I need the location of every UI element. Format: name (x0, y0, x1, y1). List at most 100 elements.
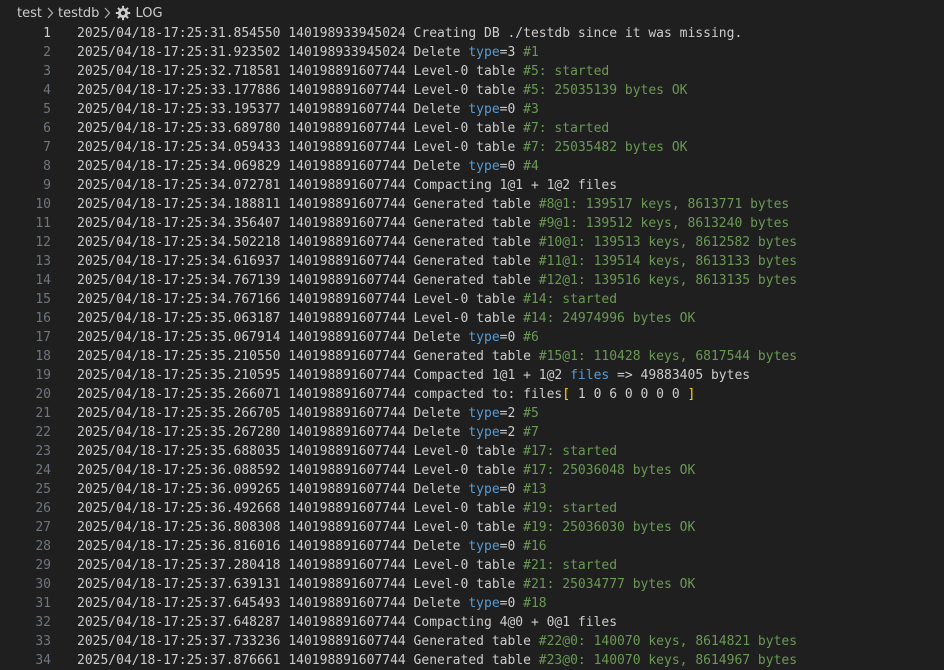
breadcrumb: test testdb LOG (0, 0, 944, 26)
code-line[interactable]: 11 2025/04/18-17:25:34.356407 14019889160… (0, 214, 944, 233)
line-number: 31 (35, 596, 51, 611)
code-line[interactable]: 10 2025/04/18-17:25:34.188811 14019889160… (0, 195, 944, 214)
token: 2025/04/18-17:25:34.616937 1401988916077… (77, 254, 539, 269)
code-line[interactable]: 1 2025/04/18-17:25:31.854550 140198933945… (0, 24, 944, 43)
token: 2025/04/18-17:25:36.099265 1401988916077… (77, 482, 469, 497)
token: type (468, 406, 500, 421)
breadcrumb-item-log[interactable]: LOG (115, 5, 163, 21)
code-line[interactable]: 15 2025/04/18-17:25:34.767166 14019889160… (0, 290, 944, 309)
token: type (468, 596, 500, 611)
line-content: 2025/04/18-17:25:37.876661 1401988916077… (77, 651, 797, 670)
line-number: 9 (43, 178, 51, 193)
token: #16 (523, 539, 547, 554)
token: =0 (499, 596, 524, 611)
token: 2025/04/18-17:25:34.767166 1401988916077… (77, 292, 524, 307)
code-line[interactable]: 13 2025/04/18-17:25:34.616937 14019889160… (0, 252, 944, 271)
code-line[interactable]: 3 2025/04/18-17:25:32.718581 140198891607… (0, 62, 944, 81)
code-line[interactable]: 7 2025/04/18-17:25:34.059433 140198891607… (0, 138, 944, 157)
token: 2025/04/18-17:25:34.767139 1401988916077… (77, 273, 539, 288)
code-line[interactable]: 32 2025/04/18-17:25:37.648287 14019889160… (0, 613, 944, 632)
token: 2025/04/18-17:25:34.502218 1401988916077… (77, 235, 539, 250)
chevron-right-icon (103, 7, 111, 19)
line-content: 2025/04/18-17:25:35.688035 1401988916077… (77, 442, 617, 461)
token: =0 (499, 539, 524, 554)
code-line[interactable]: 8 2025/04/18-17:25:34.069829 140198891607… (0, 157, 944, 176)
code-line[interactable]: 34 2025/04/18-17:25:37.876661 14019889160… (0, 651, 944, 670)
token: 2025/04/18-17:25:35.266705 1401988916077… (77, 406, 469, 421)
code-line[interactable]: 31 2025/04/18-17:25:37.645493 14019889160… (0, 594, 944, 613)
token: =0 (499, 159, 524, 174)
code-line[interactable]: 16 2025/04/18-17:25:35.063187 14019889160… (0, 309, 944, 328)
line-number: 17 (35, 330, 51, 345)
code-line[interactable]: 18 2025/04/18-17:25:35.210550 14019889160… (0, 347, 944, 366)
breadcrumb-item-label: LOG (135, 5, 163, 21)
editor-window: test testdb LOG 1 2025/04/18-17:25:31.85… (0, 0, 944, 670)
token: 2025/04/18-17:25:37.645493 1401988916077… (77, 596, 469, 611)
code-line[interactable]: 26 2025/04/18-17:25:36.492668 14019889160… (0, 499, 944, 518)
line-content: 2025/04/18-17:25:35.210595 1401988916077… (77, 366, 750, 385)
code-line[interactable]: 22 2025/04/18-17:25:35.267280 14019889160… (0, 423, 944, 442)
line-content: 2025/04/18-17:25:37.645493 1401988916077… (77, 594, 547, 613)
line-number: 7 (43, 140, 51, 155)
token: #19: started (523, 501, 618, 516)
code-line[interactable]: 24 2025/04/18-17:25:36.088592 14019889160… (0, 461, 944, 480)
token: #19: 25036030 bytes OK (523, 520, 696, 535)
token: #18 (523, 596, 547, 611)
token: 2025/04/18-17:25:34.059433 1401988916077… (77, 140, 524, 155)
token: 2025/04/18-17:25:37.733236 1401988916077… (77, 634, 539, 649)
code-line[interactable]: 25 2025/04/18-17:25:36.099265 14019889160… (0, 480, 944, 499)
line-number: 27 (35, 520, 51, 535)
code-line[interactable]: 29 2025/04/18-17:25:37.280418 14019889160… (0, 556, 944, 575)
token: type (468, 45, 500, 60)
code-line[interactable]: 23 2025/04/18-17:25:35.688035 14019889160… (0, 442, 944, 461)
token: #15@1: 110428 keys, 6817544 bytes (538, 349, 798, 364)
code-line[interactable]: 12 2025/04/18-17:25:34.502218 14019889160… (0, 233, 944, 252)
token: #8@1: 139517 keys, 8613771 bytes (538, 197, 790, 212)
token: 2025/04/18-17:25:33.177886 1401988916077… (77, 83, 524, 98)
token: #6 (523, 330, 539, 345)
line-content: 2025/04/18-17:25:34.188811 1401988916077… (77, 195, 789, 214)
token: 1 0 6 0 0 0 0 (570, 387, 688, 402)
code-line[interactable]: 27 2025/04/18-17:25:36.808308 14019889160… (0, 518, 944, 537)
code-line[interactable]: 20 2025/04/18-17:25:35.266071 14019889160… (0, 385, 944, 404)
token: 2025/04/18-17:25:35.267280 1401988916077… (77, 425, 469, 440)
token: type (468, 482, 500, 497)
token: #17: 25036048 bytes OK (523, 463, 696, 478)
code-line[interactable]: 17 2025/04/18-17:25:35.067914 14019889160… (0, 328, 944, 347)
line-number: 22 (35, 425, 51, 440)
code-line[interactable]: 28 2025/04/18-17:25:36.816016 14019889160… (0, 537, 944, 556)
code-line[interactable]: 30 2025/04/18-17:25:37.639131 14019889160… (0, 575, 944, 594)
token: 2025/04/18-17:25:35.210595 1401988916077… (77, 368, 571, 383)
token: #5 (523, 406, 539, 421)
line-number: 4 (43, 83, 51, 98)
line-content: 2025/04/18-17:25:36.099265 1401988916077… (77, 480, 547, 499)
token: 2025/04/18-17:25:35.266071 1401988916077… (77, 387, 563, 402)
line-content: 2025/04/18-17:25:33.177886 1401988916077… (77, 81, 688, 100)
code-line[interactable]: 2 2025/04/18-17:25:31.923502 140198933945… (0, 43, 944, 62)
code-line[interactable]: 5 2025/04/18-17:25:33.195377 140198891607… (0, 100, 944, 119)
code-line[interactable]: 33 2025/04/18-17:25:37.733236 14019889160… (0, 632, 944, 651)
token: =0 (499, 482, 524, 497)
code-line[interactable]: 6 2025/04/18-17:25:33.689780 140198891607… (0, 119, 944, 138)
token: 2025/04/18-17:25:32.718581 1401988916077… (77, 64, 524, 79)
breadcrumb-item-test[interactable]: test (17, 6, 42, 21)
code-line[interactable]: 19 2025/04/18-17:25:35.210595 14019889160… (0, 366, 944, 385)
code-line[interactable]: 21 2025/04/18-17:25:35.266705 14019889160… (0, 404, 944, 423)
code-line[interactable]: 4 2025/04/18-17:25:33.177886 140198891607… (0, 81, 944, 100)
breadcrumb-item-testdb[interactable]: testdb (58, 6, 99, 21)
token: => 49883405 bytes (609, 368, 751, 383)
line-number: 14 (35, 273, 51, 288)
token: type (468, 159, 500, 174)
code-line[interactable]: 14 2025/04/18-17:25:34.767139 14019889160… (0, 271, 944, 290)
line-number: 5 (43, 102, 51, 117)
token: =0 (499, 330, 524, 345)
line-content: 2025/04/18-17:25:34.059433 1401988916077… (77, 138, 688, 157)
token: 2025/04/18-17:25:37.639131 1401988916077… (77, 577, 524, 592)
code-line[interactable]: 9 2025/04/18-17:25:34.072781 140198891607… (0, 176, 944, 195)
line-content: 2025/04/18-17:25:33.689780 1401988916077… (77, 119, 609, 138)
code-editor[interactable]: 1 2025/04/18-17:25:31.854550 140198933945… (0, 24, 944, 670)
line-content: 2025/04/18-17:25:37.280418 1401988916077… (77, 556, 617, 575)
token: #7: 25035482 bytes OK (523, 140, 688, 155)
token: #9@1: 139512 keys, 8613240 bytes (538, 216, 790, 231)
token: #4 (523, 159, 539, 174)
